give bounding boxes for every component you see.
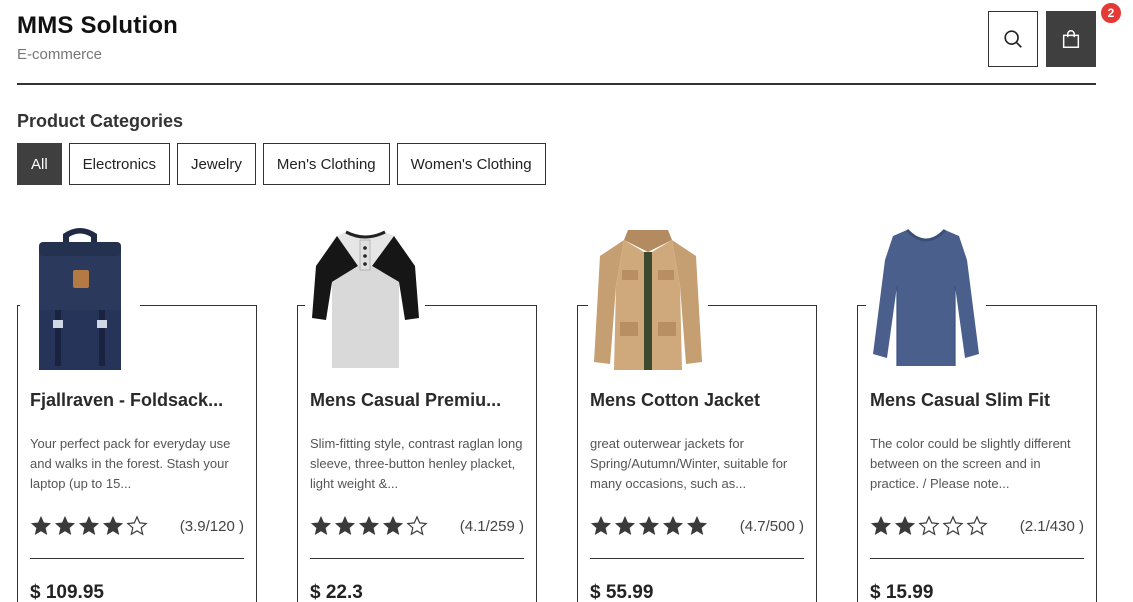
product-price: $ 22.3: [310, 582, 363, 602]
product-title[interactable]: Mens Cotton Jacket: [590, 390, 806, 411]
category-all-button[interactable]: All: [17, 143, 62, 185]
card-divider: [310, 558, 524, 559]
jacket-icon: [594, 230, 702, 370]
star-filled-icon: [30, 515, 52, 536]
rating-text: (4.1/259 ): [459, 517, 524, 535]
product-description: Your perfect pack for everyday use and w…: [30, 436, 231, 491]
star-empty-icon: [942, 515, 964, 536]
star-filled-icon: [102, 515, 124, 536]
star-filled-icon: [358, 515, 380, 536]
brand-subtitle: E-commerce: [17, 46, 103, 63]
star-filled-icon: [662, 515, 684, 536]
star-filled-icon: [614, 515, 636, 536]
categories-heading: Product Categories: [17, 111, 184, 131]
category-filter-bar: All Electronics Jewelry Men's Clothing W…: [17, 143, 546, 185]
category-electronics-button[interactable]: Electronics: [68, 143, 171, 185]
star-filled-icon: [78, 515, 100, 536]
star-empty-icon: [406, 515, 428, 536]
category-mens-clothing-button[interactable]: Men's Clothing: [262, 143, 390, 185]
star-filled-icon: [382, 515, 404, 536]
product-title[interactable]: Mens Casual Premiu...: [310, 390, 526, 411]
category-womens-clothing-button[interactable]: Women's Clothing: [396, 143, 546, 185]
brand-title: MMS Solution: [17, 12, 179, 39]
star-filled-icon: [590, 515, 612, 536]
rating-text: (4.7/500 ): [739, 517, 804, 535]
star-empty-icon: [126, 515, 148, 536]
product-title[interactable]: Mens Casual Slim Fit: [870, 390, 1086, 411]
product-rating: (4.7/500 ): [590, 514, 804, 538]
product-image-backpack[interactable]: [20, 222, 140, 374]
product-description: Slim-fitting style, contrast raglan long…: [310, 436, 523, 491]
product-image-raglan-shirt[interactable]: [305, 222, 425, 374]
star-filled-icon: [686, 515, 708, 536]
star-filled-icon: [54, 515, 76, 536]
star-filled-icon: [334, 515, 356, 536]
search-icon: [1004, 30, 1022, 48]
category-jewelry-button[interactable]: Jewelry: [177, 143, 256, 185]
rating-text: (2.1/430 ): [1019, 517, 1084, 535]
star-filled-icon: [310, 515, 332, 536]
backpack-icon: [39, 228, 121, 370]
card-divider: [590, 558, 804, 559]
star-rating: [870, 515, 988, 537]
raglan-shirt-icon: [311, 230, 419, 368]
product-price: $ 15.99: [870, 582, 934, 602]
header: MMS Solution E-commerce 2: [17, 0, 1123, 85]
product-price: $ 55.99: [590, 582, 654, 602]
product-description: The color could be slightly different be…: [870, 436, 1071, 491]
cart-count-badge: 2: [1099, 1, 1123, 25]
search-button[interactable]: [988, 11, 1038, 67]
card-divider: [30, 558, 244, 559]
rating-text: (3.9/120 ): [179, 517, 244, 535]
product-rating: (4.1/259 ): [310, 514, 524, 538]
star-empty-icon: [966, 515, 988, 536]
star-filled-icon: [638, 515, 660, 536]
product-rating: (3.9/120 ): [30, 514, 244, 538]
product-title[interactable]: Fjallraven - Foldsack...: [30, 390, 246, 411]
product-description: great outerwear jackets for Spring/Autum…: [590, 436, 788, 491]
star-rating: [30, 515, 148, 537]
star-empty-icon: [918, 515, 940, 536]
long-sleeve-tee-icon: [873, 228, 979, 366]
product-image-jacket[interactable]: [588, 222, 708, 374]
shopping-bag-icon: [1062, 30, 1080, 48]
product-image-long-sleeve-tee[interactable]: [866, 222, 986, 374]
star-rating: [310, 515, 428, 537]
cart-button[interactable]: [1046, 11, 1096, 67]
card-divider: [870, 558, 1084, 559]
product-rating: (2.1/430 ): [870, 514, 1084, 538]
star-rating: [590, 515, 708, 537]
product-price: $ 109.95: [30, 582, 104, 602]
star-filled-icon: [870, 515, 892, 536]
star-filled-icon: [894, 515, 916, 536]
